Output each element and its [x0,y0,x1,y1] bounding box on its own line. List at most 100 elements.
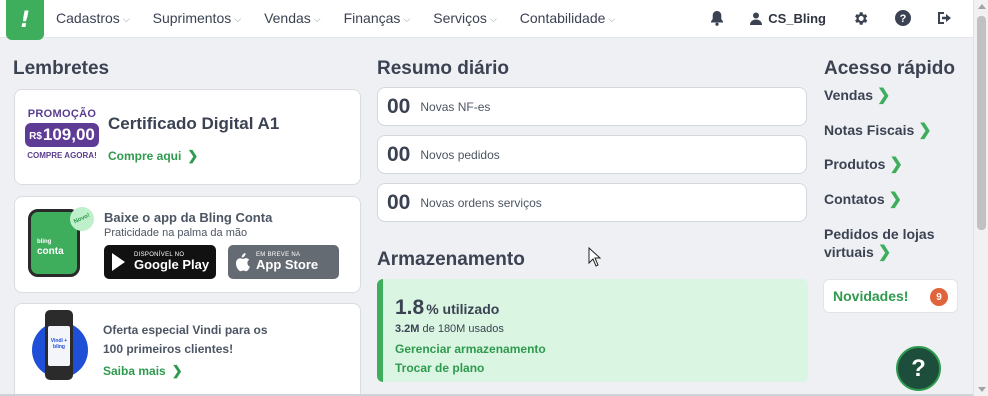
svg-text:?: ? [900,13,907,25]
saiba-mais-link[interactable]: Saiba mais ❯ [103,363,183,379]
top-navbar: ! Cadastros ⌵ Suprimentos ⌵ Vendas ⌵ Finanç… [0,0,973,40]
promo-value: 109,00 [42,125,95,144]
apple-big: App Store [256,257,319,272]
chevron-right-icon: ❯ [877,244,892,261]
link-label: Saiba mais [103,364,166,378]
storage-accent-bar [377,279,383,382]
chevron-right-icon: ❯ [918,122,932,139]
manage-storage-link[interactable]: Gerenciar armazenamento [395,342,546,356]
app-card[interactable]: bling conta Novo! Baixe o app da Bling Co… [14,196,361,293]
main-menu: Cadastros ⌵ Suprimentos ⌵ Vendas ⌵ Finanças… [56,0,638,36]
compre-aqui-link[interactable]: Compre aqui ❯ [108,148,198,164]
storage-percent-value: 1.8 [395,296,425,319]
chevron-down-icon: ⌵ [608,13,616,24]
vindi-line1: Oferta especial Vindi para os [103,323,268,337]
chevron-down-icon: ⌵ [313,13,321,24]
chevron-right-icon: ❯ [187,148,199,163]
quick-label: virtuais [824,244,874,260]
armazenamento-heading: Armazenamento [377,249,525,270]
resumo-count: 00 [387,94,411,118]
google-big: Google Play [134,257,210,272]
apple-icon [235,252,250,271]
help-chat-button[interactable]: ? [896,346,941,391]
menu-label: Suprimentos [152,10,232,26]
menu-servicos[interactable]: Serviços ⌵ [433,10,497,26]
novidades-count-badge: 9 [930,288,948,306]
google-play-icon [112,253,125,271]
phone-brand-label: conta [37,246,64,257]
quick-label: Contatos [824,191,885,207]
menu-label: Cadastros [56,10,120,26]
gear-icon[interactable] [852,10,869,27]
card-machine-screen: Vindi + bling [48,326,70,366]
resumo-label: Novos pedidos [420,147,500,162]
bling-logo[interactable]: ! [6,0,44,40]
scroll-up-arrow[interactable] [978,4,986,9]
chevron-down-icon: ⌵ [122,13,130,24]
user-name: CS_Bling [768,10,826,26]
resumo-heading: Resumo diário [377,58,509,79]
chevron-down-icon: ⌵ [234,13,242,24]
google-play-button[interactable]: DISPONÍVEL NO Google Play [104,245,216,279]
quick-label: Produtos [824,156,886,172]
promo-badge: PROMOÇÃO R$ 109,00 COMPRE AGORA! [25,108,99,160]
certificado-card[interactable]: PROMOÇÃO R$ 109,00 COMPRE AGORA! Certific… [14,89,361,185]
bell-icon[interactable] [710,10,724,26]
app-subtitle: Praticidade na palma da mão [104,227,248,239]
user-menu[interactable]: CS_Bling [750,11,826,26]
quick-pedidos-lojas[interactable]: Pedidos de lojas virtuais ❯ [824,225,934,262]
resumo-label: Novas NF-es [420,99,491,114]
scroll-thumb[interactable] [977,16,986,230]
storage-used-suffix: de 180M usados [422,323,504,335]
question-icon: ? [911,354,926,382]
chevron-right-icon: ❯ [171,363,183,378]
quick-vendas[interactable]: Vendas ❯ [824,86,890,105]
vertical-scrollbar[interactable] [973,0,988,396]
resumo-count: 00 [387,190,411,214]
menu-financas[interactable]: Finanças ⌵ [344,10,411,26]
quick-label: Pedidos de lojas [824,226,935,242]
novidades-button[interactable]: Novidades! 9 [823,279,958,313]
menu-contabilidade[interactable]: Contabilidade ⌵ [520,10,615,26]
chevron-down-icon: ⌵ [489,13,497,24]
help-icon[interactable]: ? [895,10,911,26]
logout-icon[interactable] [937,11,953,25]
phone-brand: bling conta [37,237,64,257]
storage-percent-suffix: % utilizado [426,301,500,317]
promo-currency: R$ [29,131,42,142]
storage-used: 3.2M de 180M usados [395,323,504,335]
resumo-nfes[interactable]: 00 Novas NF-es [377,87,807,126]
storage-percent: 1.8% utilizado [395,296,499,320]
scroll-down-arrow[interactable] [978,387,986,392]
link-label: Compre aqui [108,149,182,163]
quick-contatos[interactable]: Contatos ❯ [824,190,902,209]
chevron-right-icon: ❯ [889,156,903,173]
resumo-count: 00 [387,142,411,166]
vindi-offer-text: Oferta especial Vindi para os 100 primei… [103,321,268,359]
acesso-heading: Acesso rápido [824,58,955,79]
promo-cta: COMPRE AGORA! [27,151,97,160]
menu-label: Vendas [264,10,311,26]
menu-label: Finanças [343,10,401,26]
change-plan-link[interactable]: Trocar de plano [395,361,484,375]
vindi-line2: 100 primeiros clientes! [103,342,234,356]
resumo-ordens[interactable]: 00 Novas ordens serviços [377,183,807,222]
chevron-down-icon: ⌵ [403,13,411,24]
resumo-pedidos[interactable]: 00 Novos pedidos [377,135,807,174]
lembretes-heading: Lembretes [13,58,110,79]
app-store-text: EM BREVE NA App Store [256,252,318,272]
chevron-right-icon: ❯ [888,191,903,208]
app-title: Baixe o app da Bling Conta [104,210,273,225]
menu-suprimentos[interactable]: Suprimentos ⌵ [153,10,241,26]
storage-used-value: 3.2M [395,323,420,335]
resumo-label: Novas ordens serviços [420,195,542,210]
menu-vendas[interactable]: Vendas ⌵ [264,10,321,26]
menu-cadastros[interactable]: Cadastros ⌵ [56,10,130,26]
quick-notas-fiscais[interactable]: Notas Fiscais ❯ [824,121,932,140]
vindi-card[interactable]: Vindi + bling Oferta especial Vindi para… [14,303,361,395]
nav-actions: CS_Bling ? [684,0,953,36]
mouse-cursor-icon [588,247,601,267]
quick-produtos[interactable]: Produtos ❯ [824,155,903,174]
menu-label: Serviços [433,10,487,26]
app-store-button[interactable]: EM BREVE NA App Store [228,245,339,279]
